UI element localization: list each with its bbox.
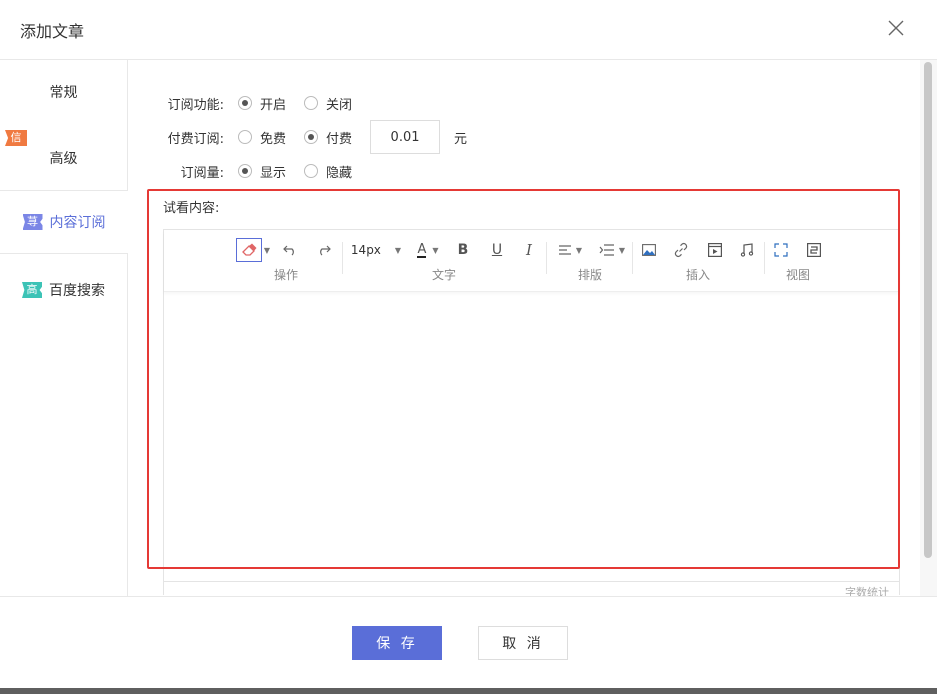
add-article-dialog: 添加文章 常规 高级 荨 内容订阅 高 百度搜索 信 订阅功能: 开启 关闭 付… <box>0 0 937 688</box>
editor-toolbar: ▼ 操作 14px ▼ A ▼ B U I 文字 ▼ ▼ 排版 插入 视图 <box>164 230 899 292</box>
sidebar-item-label: 百度搜索 <box>49 283 105 299</box>
radio-dot <box>238 96 252 110</box>
group-label-insert: 插入 <box>685 268 710 282</box>
save-button[interactable]: 保 存 <box>352 626 442 660</box>
radio-dot <box>304 96 319 110</box>
insert-group: 插入 <box>634 230 762 292</box>
subscriber-count-row: 订阅量: 显示 隐藏 <box>129 161 370 181</box>
radio-label: 付费 <box>326 131 353 147</box>
radio-dot <box>304 130 319 144</box>
radio-label: 隐藏 <box>326 165 353 181</box>
toolbar-divider <box>632 242 633 274</box>
close-icon[interactable] <box>886 18 906 38</box>
radio-label: 显示 <box>260 165 287 181</box>
count-hide-radio[interactable]: 隐藏 <box>304 162 352 181</box>
count-show-radio[interactable]: 显示 <box>238 162 286 181</box>
radio-dot <box>304 164 319 178</box>
text-group: 文字 <box>346 230 542 292</box>
toolbar-divider <box>546 242 547 274</box>
toolbar-divider <box>342 242 343 274</box>
paid-label: 付费订阅: <box>167 131 224 147</box>
sidebar-item-baidu-search[interactable]: 高 百度搜索 <box>0 258 127 322</box>
dialog-title: 添加文章 <box>20 22 85 41</box>
paid-paid-radio[interactable]: 付费 <box>304 128 352 147</box>
sidebar-item-content-subscribe[interactable]: 荨 内容订阅 <box>0 190 128 254</box>
paid-free-radio[interactable]: 免费 <box>238 128 286 147</box>
sidebar-item-general[interactable]: 常规 <box>0 60 127 124</box>
subscribe-row: 订阅功能: 开启 关闭 <box>129 93 370 113</box>
window-bottom-edge <box>0 688 937 694</box>
search-badge-icon: 高 <box>22 282 42 298</box>
word-count: 字数统计 <box>164 581 899 597</box>
price-unit: 元 <box>454 131 468 147</box>
count-label: 订阅量: <box>180 165 224 181</box>
radio-dot <box>238 164 252 178</box>
subscribe-off-radio[interactable]: 关闭 <box>304 94 352 113</box>
subscribe-on-radio[interactable]: 开启 <box>238 94 286 113</box>
rich-text-editor: ▼ 操作 14px ▼ A ▼ B U I 文字 ▼ ▼ 排版 插入 视图 字数… <box>163 229 900 597</box>
subscribe-label: 订阅功能: <box>167 97 224 113</box>
layout-group: 排版 <box>549 230 631 292</box>
dialog-footer: 保 存 取 消 <box>0 596 937 688</box>
toolbar-divider <box>764 242 765 274</box>
radio-label: 关闭 <box>326 97 353 113</box>
group-label-layout: 排版 <box>577 268 602 282</box>
view-group: 视图 <box>766 230 830 292</box>
cancel-button[interactable]: 取 消 <box>478 626 568 660</box>
preview-content-label: 试看内容: <box>163 201 220 216</box>
sidebar-item-label: 常规 <box>49 85 78 101</box>
price-input[interactable] <box>370 120 441 154</box>
paid-row: 付费订阅: 免费 付费 元 <box>129 120 467 154</box>
group-label-operate: 操作 <box>273 268 298 282</box>
radio-label: 开启 <box>260 97 287 113</box>
group-label-view: 视图 <box>785 268 810 282</box>
radio-dot <box>238 130 252 144</box>
scrollbar-thumb[interactable] <box>924 62 932 558</box>
sidebar-item-label: 高级 <box>49 151 78 167</box>
paid-badge-icon: 信 <box>5 130 27 146</box>
radio-label: 免费 <box>260 131 287 147</box>
content-scrollbar[interactable] <box>920 60 937 596</box>
sidebar-item-label: 内容订阅 <box>49 215 106 231</box>
dialog-header: 添加文章 <box>0 0 937 60</box>
operate-group: 操作 <box>236 230 336 292</box>
group-label-text: 文字 <box>431 268 456 282</box>
subscribe-badge-icon: 荨 <box>22 214 43 230</box>
